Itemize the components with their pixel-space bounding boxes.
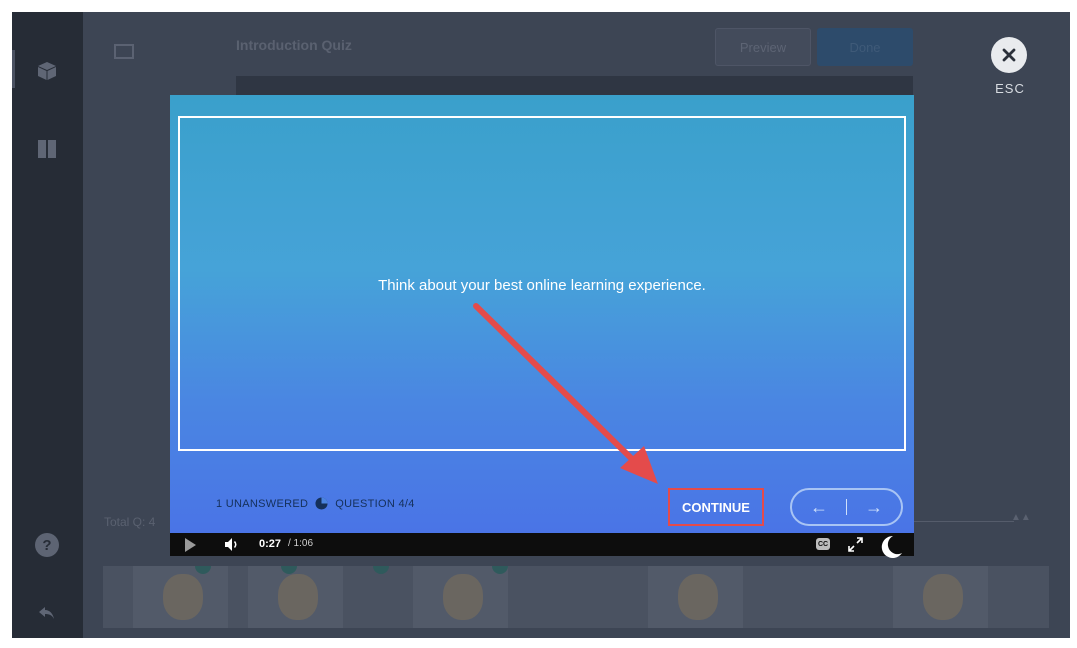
quiz-title: Introduction Quiz xyxy=(236,37,352,53)
undo-icon[interactable] xyxy=(34,600,60,626)
collapse-icon[interactable]: ▲▲ xyxy=(1011,512,1031,523)
play-icon[interactable] xyxy=(185,538,196,552)
arrow-left-icon[interactable]: ← xyxy=(810,497,828,518)
total-questions-label: Total Q: 4 xyxy=(104,515,156,529)
captions-icon[interactable]: CC xyxy=(816,538,830,550)
volume-icon[interactable] xyxy=(224,537,240,552)
esc-label: ESC xyxy=(995,81,1025,96)
quiz-slide: Think about your best online learning ex… xyxy=(170,95,914,533)
progress-pie-icon xyxy=(315,497,328,510)
current-time: 0:27 xyxy=(259,538,282,550)
video-thumbnail xyxy=(248,566,343,628)
quiz-status: 1 UNANSWERED QUESTION 4/4 xyxy=(216,497,415,510)
arrow-right-icon[interactable]: → xyxy=(865,497,883,518)
cube-icon[interactable] xyxy=(34,58,60,84)
video-thumbnail xyxy=(413,566,508,628)
slide-navigation: ← → xyxy=(790,488,903,526)
slide-prompt: Think about your best online learning ex… xyxy=(378,277,706,294)
video-thumbnail xyxy=(648,566,743,628)
continue-button[interactable]: CONTINUE xyxy=(668,488,764,526)
fullscreen-icon[interactable] xyxy=(848,537,863,552)
nav-divider xyxy=(846,499,847,515)
player-controls: 0:27 / 1:06 CC xyxy=(170,533,914,558)
sidebar: ? xyxy=(12,12,83,638)
question-counter: QUESTION 4/4 xyxy=(335,497,415,510)
help-icon[interactable]: ? xyxy=(35,533,59,557)
video-thumbnail-strip[interactable] xyxy=(103,566,1049,628)
app-frame: ? Introduction Quiz Preview Done Total Q… xyxy=(12,12,1070,638)
panel-toggle-icon[interactable] xyxy=(114,44,134,59)
timeline-line xyxy=(914,521,1014,522)
total-time: / 1:06 xyxy=(288,538,314,549)
quiz-player-modal: Think about your best online learning ex… xyxy=(170,95,914,558)
unanswered-count: 1 UNANSWERED xyxy=(216,497,309,510)
sidebar-active-indicator xyxy=(12,50,15,88)
brand-logo-icon xyxy=(881,535,902,558)
video-thumbnail xyxy=(893,566,988,628)
done-button[interactable]: Done xyxy=(817,28,913,66)
close-icon xyxy=(1002,48,1016,62)
video-thumbnail xyxy=(133,566,228,628)
question-marker[interactable] xyxy=(373,566,389,574)
close-button[interactable] xyxy=(991,37,1027,73)
book-icon[interactable] xyxy=(34,136,60,162)
preview-button[interactable]: Preview xyxy=(715,28,811,66)
